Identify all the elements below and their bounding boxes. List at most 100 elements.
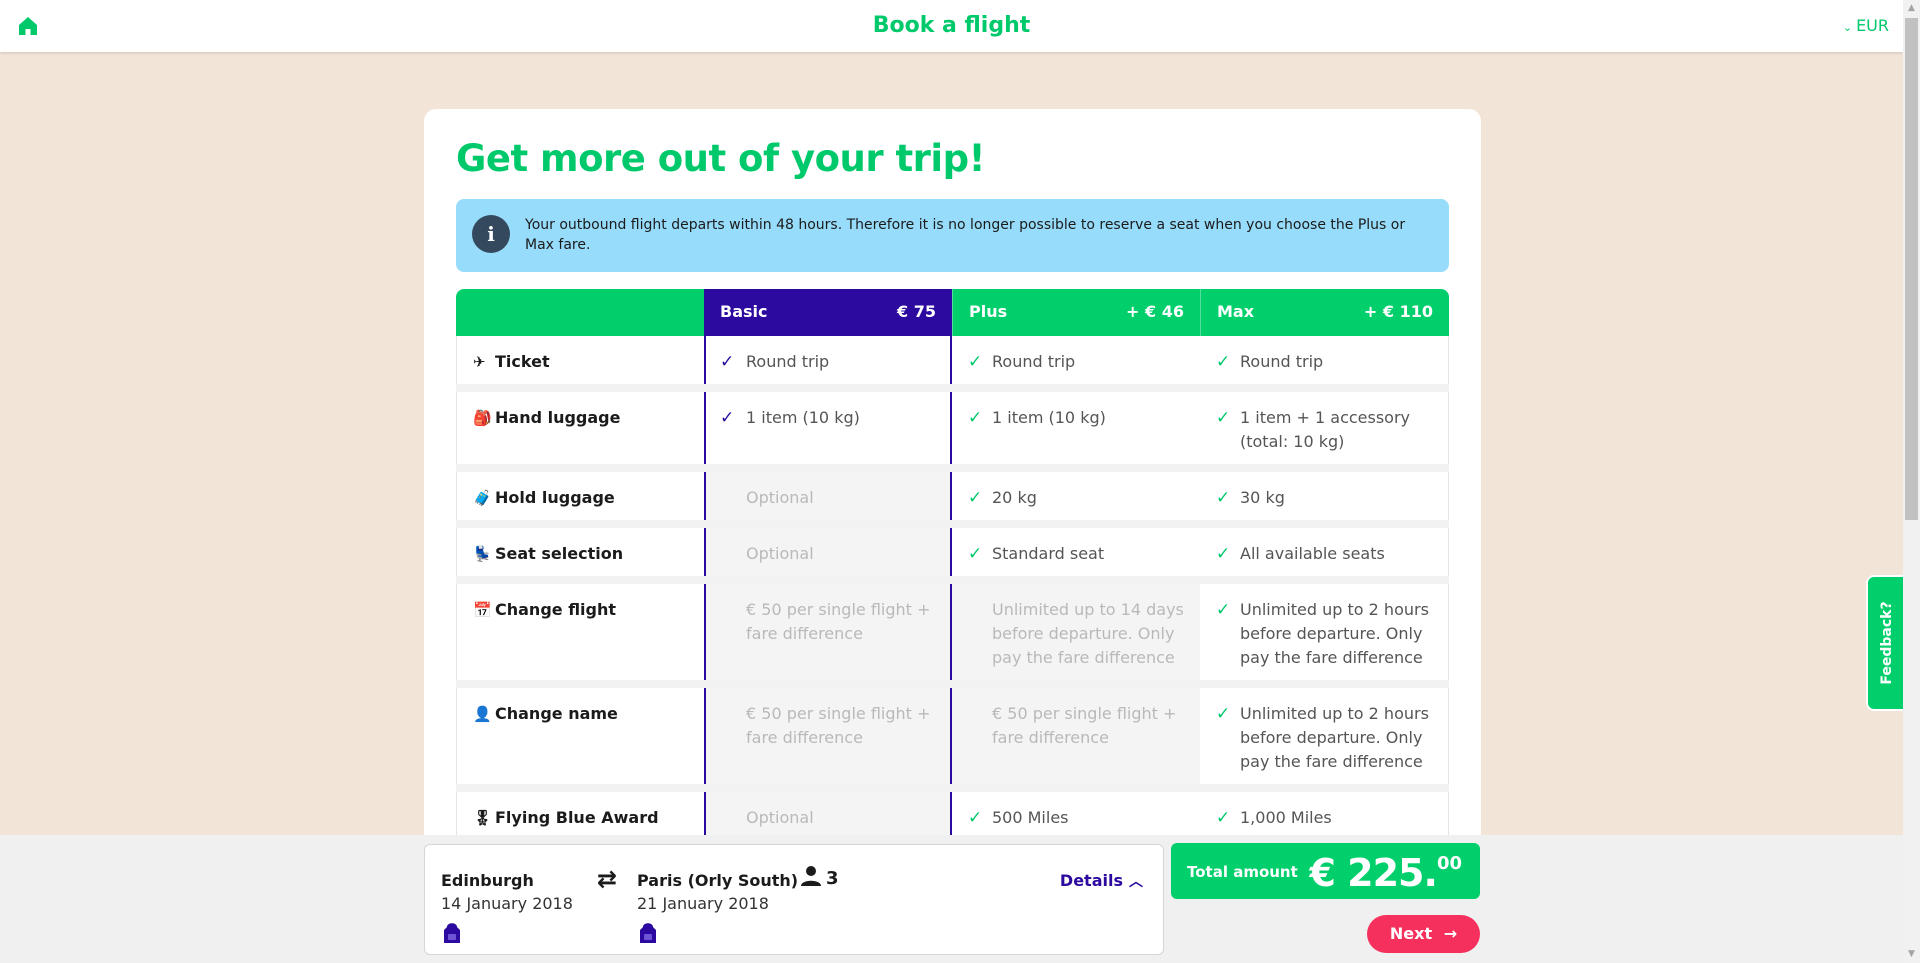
row-label: 📅 Change flight: [456, 584, 704, 680]
plus-hold-luggage-cell[interactable]: ✓ 20 kg: [952, 472, 1200, 520]
feedback-tab[interactable]: Feedback?: [1866, 575, 1906, 711]
basic-change-name-cell[interactable]: € 50 per single flight + fare difference: [704, 688, 952, 784]
basic-seat-cell[interactable]: Optional: [704, 528, 952, 576]
plus-seat-cell[interactable]: ✓ Standard seat: [952, 528, 1200, 576]
seat-icon: 💺: [473, 545, 492, 563]
cell-text: € 50 per single flight + fare difference: [746, 704, 931, 747]
cell-text: Round trip: [746, 352, 830, 371]
cell-text: € 50 per single flight + fare difference: [992, 704, 1177, 747]
scroll-down-arrow-icon[interactable]: ▼: [1903, 946, 1920, 963]
check-icon: ✓: [968, 408, 983, 428]
next-button[interactable]: Next →: [1367, 915, 1480, 953]
cell-text: 1 item + 1 accessory (total: 10 kg): [1240, 408, 1411, 451]
row-label-text: Change name: [495, 704, 618, 723]
fare-row-hand-luggage: 🎒 Hand luggage ✓ 1 item (10 kg) ✓ 1 item (1…: [456, 392, 1449, 472]
cell-text: 500 Miles: [992, 808, 1069, 827]
currency-selector[interactable]: ⌄ EUR: [1843, 16, 1889, 35]
fare-row-hold-luggage: 🧳 Hold luggage Optional ✓ 20 kg ✓ 30 kg: [456, 472, 1449, 528]
destination-date: 21 January 2018: [637, 894, 769, 913]
scrollbar-thumb[interactable]: [1905, 18, 1918, 520]
max-hand-luggage-cell[interactable]: ✓ 1 item + 1 accessory (total: 10 kg): [1200, 392, 1449, 464]
cell-text: Optional: [746, 544, 814, 563]
fare-row-change-name: 👤 Change name € 50 per single flight + fa…: [456, 688, 1449, 792]
fare-row-ticket: ✈ Ticket ✓ Round trip ✓ Round trip ✓ Round t…: [456, 336, 1449, 392]
max-hold-luggage-cell[interactable]: ✓ 30 kg: [1200, 472, 1449, 520]
max-change-name-cell[interactable]: ✓ Unlimited up to 2 hours before departur…: [1200, 688, 1449, 784]
plus-change-flight-cell[interactable]: Unlimited up to 14 days before departure…: [952, 584, 1200, 680]
calendar-icon: 📅: [473, 601, 492, 619]
medal-icon: 🎖: [473, 809, 493, 827]
top-header: Book a flight ⌄ EUR: [0, 0, 1903, 52]
row-label: 🎖Flying Blue Award Miles: [456, 792, 704, 851]
row-label-text: Hand luggage: [495, 408, 621, 427]
basic-hold-luggage-cell[interactable]: Optional: [704, 472, 952, 520]
check-icon: ✓: [968, 488, 983, 508]
max-ticket-cell[interactable]: ✓ Round trip: [1200, 336, 1449, 384]
row-label: 🧳 Hold luggage: [456, 472, 704, 520]
check-icon: ✓: [1216, 600, 1231, 620]
max-seat-cell[interactable]: ✓ All available seats: [1200, 528, 1449, 576]
check-icon: ✓: [1216, 408, 1231, 428]
row-label: ✈ Ticket: [456, 336, 704, 384]
basic-miles-cell[interactable]: Optional: [704, 792, 952, 840]
max-change-flight-cell[interactable]: ✓ Unlimited up to 2 hours before departur…: [1200, 584, 1449, 680]
total-amount-cents: 00: [1436, 853, 1462, 874]
trip-summary: Edinburgh 14 January 2018 ⇄ Paris (Orly …: [424, 844, 1164, 955]
cell-text: Standard seat: [992, 544, 1105, 563]
basic-change-flight-cell[interactable]: € 50 per single flight + fare difference: [704, 584, 952, 680]
cell-text: 1 item (10 kg): [746, 408, 860, 427]
total-amount: € 225.00: [1310, 851, 1463, 895]
fare-heading: Get more out of your trip!: [456, 137, 985, 180]
passenger-count: 3: [800, 865, 839, 889]
fare-comparison-table: Basic € 75 Plus + € 46 Max + € 110 ✈ Tick…: [456, 289, 1449, 851]
total-amount-box: Total amount € 225.00: [1171, 843, 1480, 899]
cell-text: All available seats: [1240, 544, 1385, 563]
check-icon: ✓: [1216, 704, 1231, 724]
check-icon: ✓: [1216, 544, 1231, 564]
check-icon: ✓: [968, 544, 983, 564]
fare-body: ✈ Ticket ✓ Round trip ✓ Round trip ✓ Round t…: [456, 336, 1449, 851]
max-miles-cell[interactable]: ✓ 1,000 Miles: [1200, 792, 1449, 840]
total-label: Total amount: [1187, 863, 1298, 881]
row-label: 👤 Change name: [456, 688, 704, 784]
fare-name: Plus: [969, 302, 1008, 321]
plus-ticket-cell[interactable]: ✓ Round trip: [952, 336, 1200, 384]
details-toggle[interactable]: Details ︿: [1060, 871, 1143, 891]
row-label-text: Seat selection: [495, 544, 624, 563]
fare-column-max[interactable]: Max + € 110: [1200, 289, 1449, 336]
fare-row-change-flight: 📅 Change flight € 50 per single flight + …: [456, 584, 1449, 688]
cell-text: Optional: [746, 808, 814, 827]
chevron-up-icon: ︿: [1129, 874, 1143, 890]
cell-text: € 50 per single flight + fare difference: [746, 600, 931, 643]
fare-row-seat-selection: 💺 Seat selection Optional ✓ Standard seat …: [456, 528, 1449, 584]
basic-ticket-cell[interactable]: ✓ Round trip: [704, 336, 952, 384]
check-icon: ✓: [1216, 488, 1231, 508]
person-icon: 👤: [473, 705, 492, 723]
check-icon: ✓: [720, 408, 735, 428]
check-icon: ✓: [1216, 808, 1231, 828]
fare-price: + € 110: [1363, 302, 1433, 321]
feedback-label: Feedback?: [1879, 601, 1895, 685]
row-label: 🎒 Hand luggage: [456, 392, 704, 464]
fare-column-basic[interactable]: Basic € 75: [704, 289, 952, 336]
fare-column-plus[interactable]: Plus + € 46: [952, 289, 1200, 336]
page-scrollbar[interactable]: ▲ ▼: [1903, 0, 1920, 963]
plus-miles-cell[interactable]: ✓ 500 Miles: [952, 792, 1200, 840]
check-icon: ✓: [968, 352, 983, 372]
swap-arrows-icon: ⇄: [597, 865, 618, 893]
destination-city: Paris (Orly South): [637, 871, 799, 890]
total-amount-value: € 225.: [1309, 851, 1438, 895]
scroll-up-arrow-icon[interactable]: ▲: [1903, 0, 1920, 17]
plane-icon: ✈: [473, 353, 486, 371]
suitcase-icon: 🧳: [473, 489, 492, 507]
plus-hand-luggage-cell[interactable]: ✓ 1 item (10 kg): [952, 392, 1200, 464]
row-label-text: Ticket: [495, 352, 550, 371]
plus-change-name-cell[interactable]: € 50 per single flight + fare difference: [952, 688, 1200, 784]
basic-hand-luggage-cell[interactable]: ✓ 1 item (10 kg): [704, 392, 952, 464]
cell-text: Unlimited up to 2 hours before departure…: [1240, 600, 1429, 667]
next-label: Next: [1389, 924, 1433, 943]
fare-header-row: Basic € 75 Plus + € 46 Max + € 110: [456, 289, 1449, 336]
cell-text: 30 kg: [1240, 488, 1285, 507]
cell-text: 20 kg: [992, 488, 1037, 507]
backpack-icon: [441, 921, 463, 945]
